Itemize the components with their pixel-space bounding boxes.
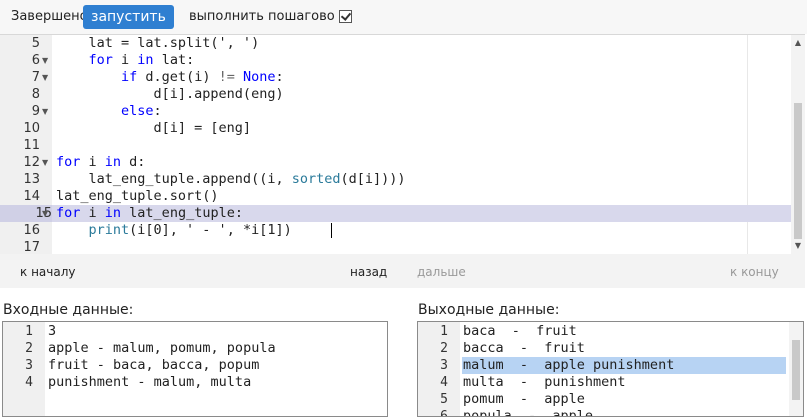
line-number: 9 (31, 104, 40, 119)
code-text: else: (121, 103, 162, 119)
step-mode-checkbox[interactable] (338, 10, 352, 23)
code-editor[interactable]: 5 6 ▼ 7 ▼ 8 9 ▼ 10 11 12 ▼ 13 14 15 ▼ 16 17 lat = lat.spl… (0, 34, 805, 255)
run-button[interactable]: запустить (83, 5, 174, 29)
line-number: 8 (31, 87, 40, 102)
line-number: 6 (31, 53, 40, 68)
code-text: for i in lat_eng_tuple: (56, 205, 243, 221)
go-to-end-button[interactable]: к концу (730, 265, 779, 279)
code-text: lat_eng_tuple.sort() (56, 188, 219, 204)
line-text: baca - fruit (463, 323, 577, 339)
line-text: bacca - fruit (463, 340, 585, 356)
io-line[interactable]: 6 popula - apple (418, 408, 803, 417)
io-line[interactable]: 3 malum - apple punishment (418, 357, 803, 374)
toolbar: Завершено запустить выполнить пошагово (0, 0, 807, 34)
io-line[interactable]: 4 multa - punishment (418, 374, 803, 391)
io-line[interactable]: 3 fruit - baca, bacca, popum (3, 357, 387, 374)
scroll-up-icon[interactable]: ▲ (791, 37, 805, 49)
line-number: 14 (23, 189, 40, 204)
code-line[interactable]: for i in lat: (52, 52, 791, 69)
line-number: 12 (23, 155, 40, 170)
step-mode-label: выполнить пошагово (189, 9, 335, 24)
line-number: 4 (440, 375, 448, 390)
io-line[interactable]: 13 (3, 323, 387, 340)
step-navigation: к началу назад дальше к концу (0, 254, 805, 288)
io-line[interactable]: 1 baca - fruit (418, 323, 803, 340)
scroll-down-icon[interactable]: ▼ (791, 240, 805, 252)
line-number: 2 (25, 341, 33, 356)
code-line[interactable]: lat_eng_tuple.append((i, sorted(d[i]))) (52, 171, 791, 188)
line-number: 5 (440, 392, 448, 407)
io-line[interactable]: 4 punishment - malum, multa (3, 374, 387, 391)
line-text: punishment - malum, multa (48, 374, 252, 390)
code-text: lat_eng_tuple.append((i, sorted(d[i]))) (56, 171, 406, 187)
line-number: 1 (25, 324, 33, 339)
line-text: fruit - baca, bacca, popum (48, 357, 260, 373)
code-line[interactable]: for i in d: (52, 154, 791, 171)
code-text: for i in d: (56, 154, 146, 170)
line-text: pomum - apple (463, 391, 585, 407)
fold-arrow-icon[interactable]: ▼ (42, 154, 48, 171)
line-text: apple - malum, pomum, popula (48, 340, 276, 356)
line-number-gutter: 5 6 ▼ 7 ▼ 8 9 ▼ 10 11 12 ▼ 13 14 15 ▼ 16 17 (0, 35, 52, 254)
code-line[interactable]: print(i[0], ' - ', *i[1]) (52, 222, 791, 239)
code-text: print(i[0], ' - ', *i[1]) (88, 222, 292, 238)
code-text: d[i].append(eng) (56, 86, 284, 102)
output-label: Выходные данные: (418, 302, 560, 318)
code-line[interactable]: lat = lat.split(', ') (52, 35, 791, 52)
go-to-start-button[interactable]: к началу (20, 265, 75, 279)
io-line[interactable]: 5 pomum - apple (418, 391, 803, 408)
io-line[interactable]: 2 apple - malum, pomum, popula (3, 340, 387, 357)
line-text: 3 (48, 323, 57, 339)
text-cursor (331, 223, 332, 238)
line-number: 4 (25, 375, 33, 390)
line-number: 16 (23, 223, 40, 238)
fold-arrow-icon[interactable]: ▼ (42, 69, 48, 86)
code-text: if d.get(i) != None: (121, 69, 284, 85)
code-line[interactable] (52, 137, 791, 154)
fold-arrow-icon[interactable]: ▼ (42, 52, 48, 69)
code-line[interactable]: if d.get(i) != None: (52, 69, 791, 86)
line-number: 13 (23, 172, 40, 187)
line-number: 17 (23, 240, 40, 255)
output-editor[interactable]: 1 baca - fruit 2 bacca - fruit 3 malum - appl… (417, 321, 804, 417)
code-line[interactable]: else: (52, 103, 791, 120)
code-line[interactable] (52, 239, 791, 254)
fold-arrow-icon[interactable]: ▼ (42, 103, 48, 120)
code-line[interactable]: d[i].append(eng) (52, 86, 791, 103)
code-line[interactable]: for i in lat_eng_tuple: (52, 205, 791, 222)
scrollbar-thumb[interactable] (794, 103, 802, 239)
code-line[interactable]: d[i] = [eng] (52, 120, 791, 137)
line-text: popula - apple (463, 408, 594, 417)
line-number: 7 (31, 70, 40, 85)
io-line[interactable]: 2 bacca - fruit (418, 340, 803, 357)
line-number: 2 (440, 341, 448, 356)
line-number: 5 (31, 36, 40, 51)
code-text: for i in lat: (88, 52, 195, 68)
line-number: 3 (25, 358, 33, 373)
line-text: malum - apple punishment (463, 357, 675, 374)
input-editor[interactable]: 1 3 2 apple - malum, pomum, popula 3 fruit - … (2, 321, 388, 417)
line-number: 10 (23, 121, 40, 136)
code-text: d[i] = [eng] (56, 120, 252, 136)
fold-arrow-icon[interactable]: ▼ (42, 205, 48, 222)
code-text: lat = lat.split(', ') (56, 35, 260, 51)
line-number: 1 (440, 324, 448, 339)
line-number: 11 (23, 138, 40, 153)
step-mode-toggle[interactable]: выполнить пошагово (189, 9, 352, 24)
status-text: Завершено (11, 9, 88, 24)
code-area[interactable]: lat = lat.split(', ') for i in lat: if d… (52, 35, 791, 254)
line-number: 6 (440, 409, 448, 417)
line-text: multa - punishment (463, 374, 626, 390)
editor-scrollbar[interactable]: ▲ ▼ (791, 35, 805, 254)
code-line[interactable]: lat_eng_tuple.sort() (52, 188, 791, 205)
back-button[interactable]: назад (350, 265, 387, 279)
forward-button[interactable]: дальше (417, 265, 466, 279)
input-label: Входные данные: (3, 302, 134, 318)
line-number: 3 (440, 358, 448, 373)
